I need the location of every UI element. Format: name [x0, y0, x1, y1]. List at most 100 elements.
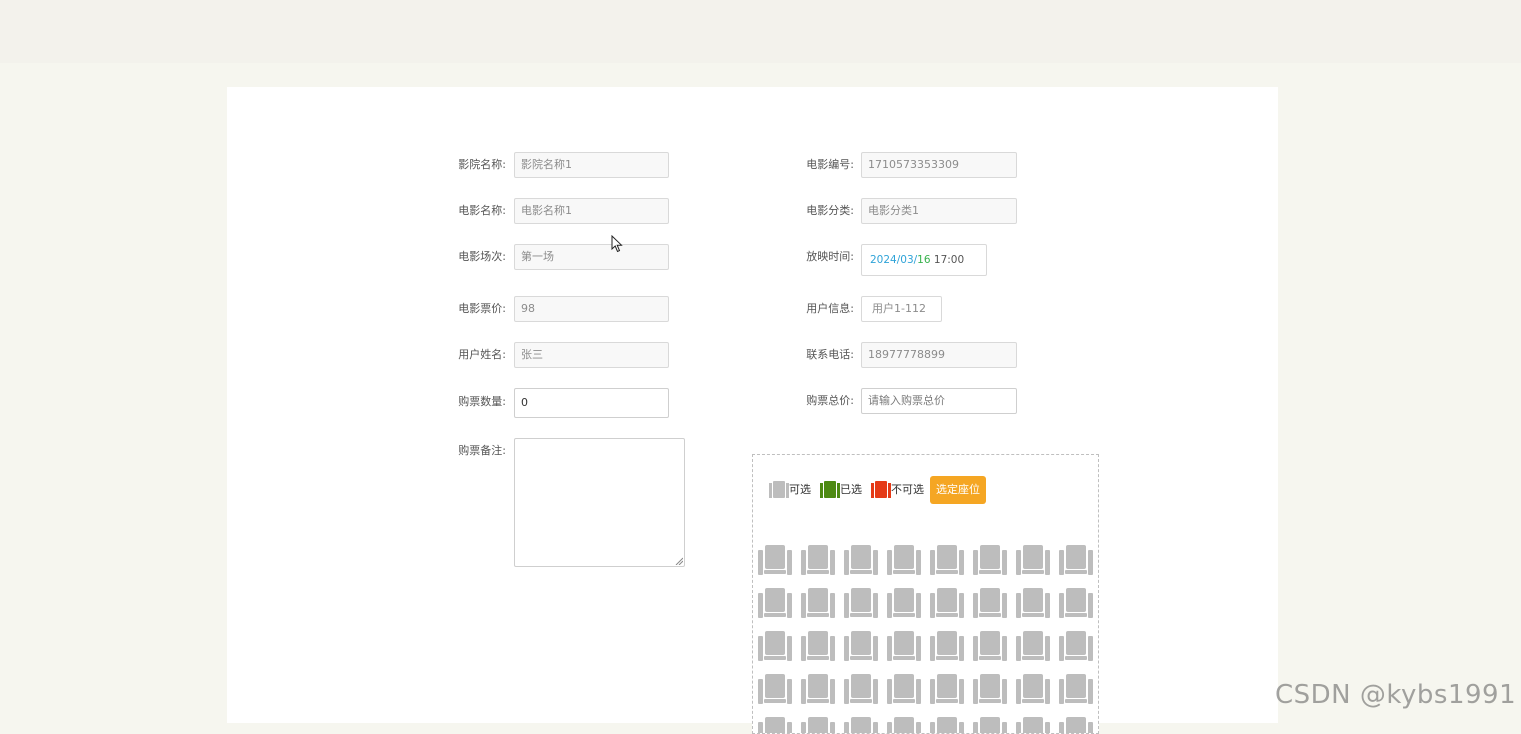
- seat-r4-c4[interactable]: [887, 673, 921, 705]
- ticket-quantity-input[interactable]: 0: [514, 388, 669, 418]
- seat-icon: [801, 588, 835, 618]
- seat-r4-c2[interactable]: [801, 673, 835, 705]
- seat-r5-c4[interactable]: [887, 716, 921, 733]
- seat-icon: [930, 717, 964, 733]
- seat-icon: [1016, 631, 1050, 661]
- show-time-clock-part: 17:00: [930, 254, 965, 266]
- seat-r4-c8[interactable]: [1059, 673, 1093, 705]
- seat-r5-c7[interactable]: [1016, 716, 1050, 733]
- cinema-name-field[interactable]: 影院名称1: [514, 152, 669, 178]
- seat-r1-c3[interactable]: [844, 544, 878, 576]
- seat-r5-c1[interactable]: [758, 716, 792, 733]
- movie-name-field[interactable]: 电影名称1: [514, 198, 669, 224]
- seat-r4-c7[interactable]: [1016, 673, 1050, 705]
- show-time-day-part: 16: [917, 254, 931, 266]
- remark-label: 购票备注:: [458, 444, 506, 457]
- ticket-price-field[interactable]: 98: [514, 296, 669, 322]
- user-info-field[interactable]: 用户1-112: [861, 296, 942, 322]
- seat-icon: [758, 717, 792, 733]
- legend-unavailable-label: 不可选: [891, 483, 924, 496]
- seat-r2-c1[interactable]: [758, 587, 792, 619]
- seat-r2-c4[interactable]: [887, 587, 921, 619]
- seat-r4-c5[interactable]: [930, 673, 964, 705]
- seat-r3-c7[interactable]: [1016, 630, 1050, 662]
- user-info-label: 用户信息:: [806, 302, 854, 315]
- seat-icon: [758, 545, 792, 575]
- seat-selected-icon: [820, 481, 840, 498]
- movie-name-label: 电影名称:: [458, 204, 506, 217]
- seat-icon: [801, 631, 835, 661]
- phone-field[interactable]: 18977778899: [861, 342, 1017, 368]
- seat-icon: [1016, 588, 1050, 618]
- seat-r1-c1[interactable]: [758, 544, 792, 576]
- seat-r2-c2[interactable]: [801, 587, 835, 619]
- user-name-field[interactable]: 张三: [514, 342, 669, 368]
- seat-r3-c8[interactable]: [1059, 630, 1093, 662]
- seat-icon: [887, 545, 921, 575]
- seat-r4-c6[interactable]: [973, 673, 1007, 705]
- seat-r1-c8[interactable]: [1059, 544, 1093, 576]
- seat-icon: [844, 674, 878, 704]
- total-price-input[interactable]: 请输入购票总价: [861, 388, 1017, 414]
- seat-r3-c3[interactable]: [844, 630, 878, 662]
- seat-r5-c2[interactable]: [801, 716, 835, 733]
- seat-r2-c7[interactable]: [1016, 587, 1050, 619]
- seat-r3-c6[interactable]: [973, 630, 1007, 662]
- seat-r3-c1[interactable]: [758, 630, 792, 662]
- screening-label: 电影场次:: [458, 250, 506, 263]
- seat-icon: [1059, 631, 1093, 661]
- seat-icon: [887, 588, 921, 618]
- ticket-price-label: 电影票价:: [458, 302, 506, 315]
- seat-r1-c7[interactable]: [1016, 544, 1050, 576]
- top-header-bar: [0, 0, 1521, 63]
- phone-label: 联系电话:: [806, 348, 854, 361]
- seat-r2-c3[interactable]: [844, 587, 878, 619]
- seat-r5-c5[interactable]: [930, 716, 964, 733]
- show-time-date-part: 2024/03/: [870, 254, 918, 266]
- resize-grip-icon[interactable]: [675, 557, 683, 565]
- seat-icon: [1016, 674, 1050, 704]
- seat-r2-c5[interactable]: [930, 587, 964, 619]
- cinema-name-label: 影院名称:: [458, 158, 506, 171]
- seat-r5-c8[interactable]: [1059, 716, 1093, 733]
- seat-icon: [887, 631, 921, 661]
- seat-icon: [1059, 717, 1093, 733]
- seat-r4-c1[interactable]: [758, 673, 792, 705]
- seat-icon: [973, 588, 1007, 618]
- seat-r2-c8[interactable]: [1059, 587, 1093, 619]
- seat-r3-c5[interactable]: [930, 630, 964, 662]
- seat-r3-c4[interactable]: [887, 630, 921, 662]
- seat-available-icon: [769, 481, 789, 498]
- legend-available-label: 可选: [789, 483, 811, 496]
- seat-icon: [930, 674, 964, 704]
- seat-icon: [801, 717, 835, 733]
- seat-unavailable-icon: [871, 481, 891, 498]
- movie-category-label: 电影分类:: [806, 204, 854, 217]
- seat-icon: [1059, 674, 1093, 704]
- show-time-field[interactable]: 2024/03/16 17:00: [861, 244, 987, 276]
- seat-icon: [844, 717, 878, 733]
- seat-r2-c6[interactable]: [973, 587, 1007, 619]
- seat-icon: [758, 588, 792, 618]
- seat-r1-c2[interactable]: [801, 544, 835, 576]
- movie-id-field[interactable]: 1710573353309: [861, 152, 1017, 178]
- seat-icon: [887, 674, 921, 704]
- select-seat-button[interactable]: 选定座位: [930, 476, 986, 504]
- seat-r5-c3[interactable]: [844, 716, 878, 733]
- seat-r1-c5[interactable]: [930, 544, 964, 576]
- movie-category-field[interactable]: 电影分类1: [861, 198, 1017, 224]
- legend-selected-label: 已选: [840, 483, 862, 496]
- screening-field[interactable]: 第一场: [514, 244, 669, 270]
- seat-icon: [1016, 545, 1050, 575]
- seat-r1-c4[interactable]: [887, 544, 921, 576]
- seat-r1-c6[interactable]: [973, 544, 1007, 576]
- seat-icon: [973, 717, 1007, 733]
- seat-r5-c6[interactable]: [973, 716, 1007, 733]
- movie-id-label: 电影编号:: [806, 158, 854, 171]
- seat-r4-c3[interactable]: [844, 673, 878, 705]
- seat-icon: [930, 545, 964, 575]
- watermark-text: CSDN @kybs1991: [1275, 680, 1517, 710]
- seat-r3-c2[interactable]: [801, 630, 835, 662]
- seat-icon: [1016, 717, 1050, 733]
- remark-textarea[interactable]: [514, 438, 685, 567]
